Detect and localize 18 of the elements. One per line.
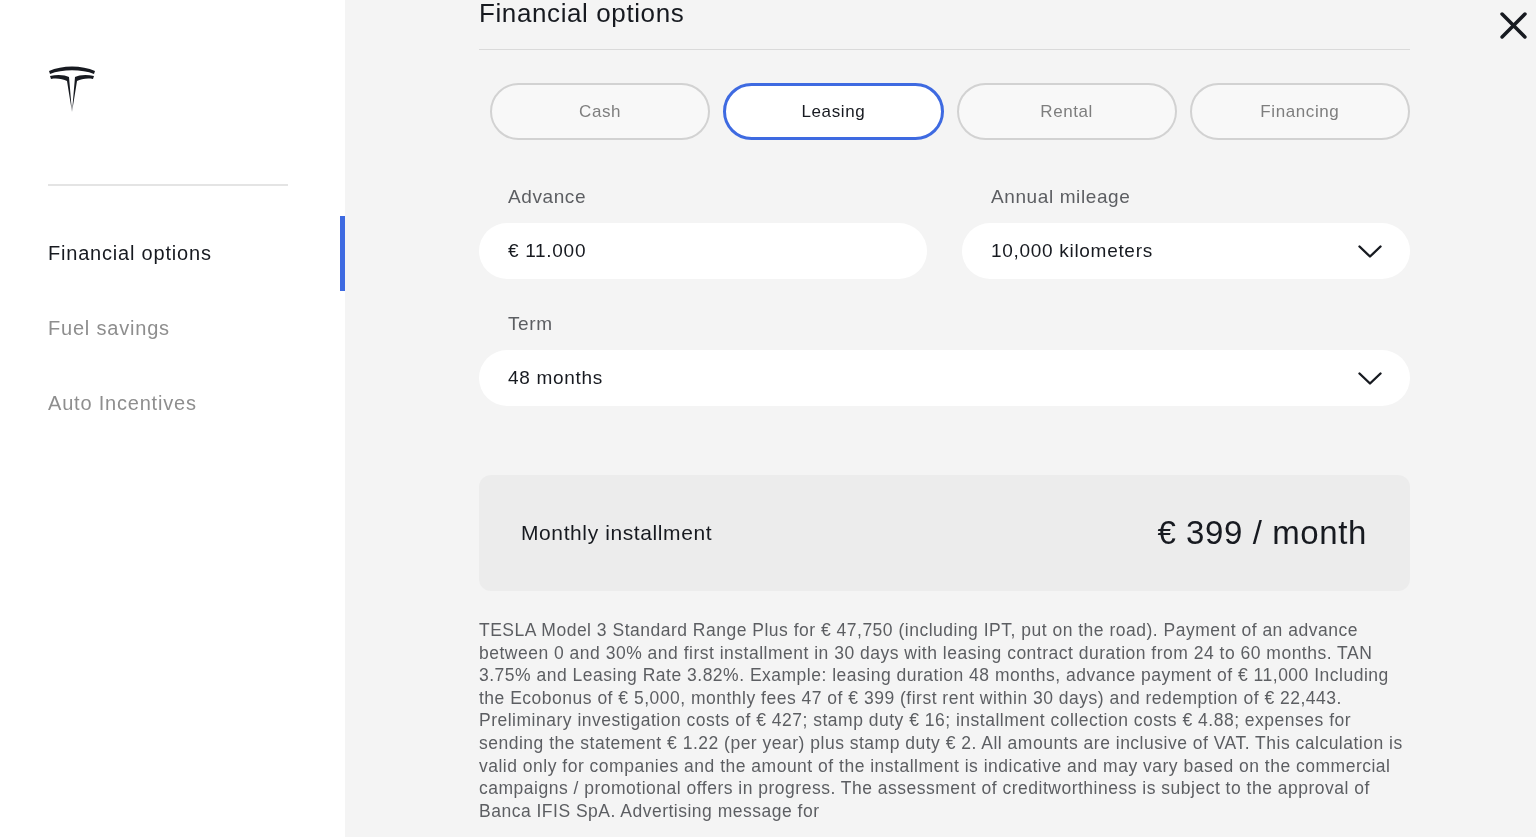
close-button[interactable] — [1500, 12, 1527, 39]
tab[interactable]: Financing — [1189, 83, 1410, 140]
disclaimer-text: TESLA Model 3 Standard Range Plus for € 47,750 (including IPT, put on the road). Payment of an advance between 0 and 30% and first installment in 30 days with leasing contract duration from 24 to 60 months. TAN 3.75% and Leasing Rate 3.82%. Example: leasing duration 48 months, advance payment of € 11,000 Including the Ecobonus of € 5,000, monthly fees 47 of € 399 (first rent within 30 days) and redemption of € 22,443. Preliminary investigation costs of € 427; stamp duty € 16; installment collection costs € 4.88; expenses for sending the statement € 1.22 (per year) plus stamp duty € 2. All amounts are inclusive of VAT. This calculation is valid only for companies and the amount of the installment is indicative and may vary based on the commercial campaigns / promotional offers in progress. The assessment of creditworthiness is subject to the approval of Banca IFIS SpA. Advertising message for — [479, 619, 1404, 823]
dropdown-field[interactable]: 10,000 kilometers — [962, 223, 1410, 279]
field-label: Advance — [508, 186, 587, 208]
installment-label: Monthly installment — [521, 521, 713, 545]
tab[interactable]: Rental — [956, 83, 1177, 140]
field-label: Annual mileage — [991, 186, 1131, 208]
tab[interactable]: Leasing — [723, 83, 944, 140]
input-field[interactable]: € 11.000 — [479, 223, 927, 279]
field-label: Term — [508, 313, 553, 335]
close-icon — [1500, 12, 1527, 39]
chevron-down-icon — [1358, 244, 1382, 258]
installment-amount: € 399 / month — [1157, 514, 1367, 552]
dropdown-field[interactable]: 48 months — [479, 350, 1410, 406]
tab[interactable]: Cash — [490, 83, 711, 140]
chevron-down-icon — [1358, 371, 1382, 385]
page-title: Financial options — [479, 0, 685, 26]
